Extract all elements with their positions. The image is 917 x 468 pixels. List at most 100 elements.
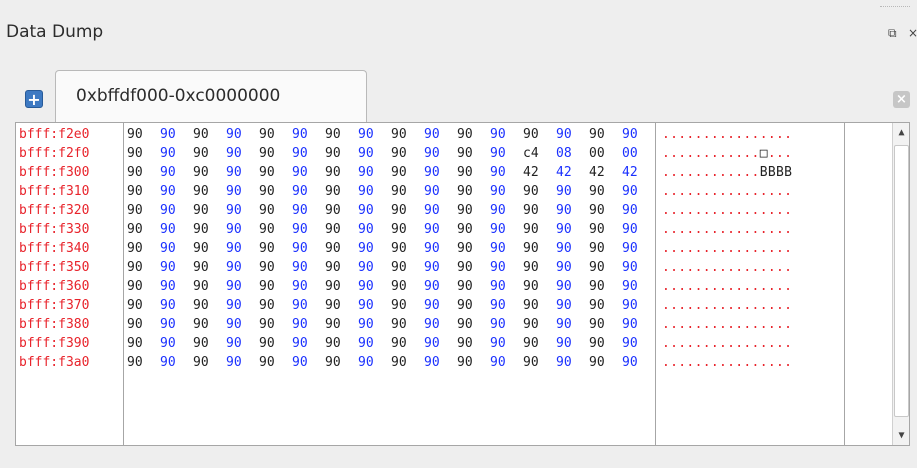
hex-byte[interactable]: 90 [160,182,193,201]
hex-byte[interactable]: 90 [127,125,160,144]
hex-byte[interactable]: 90 [589,201,622,220]
hex-byte[interactable]: 90 [259,182,292,201]
hex-byte[interactable]: 90 [622,353,655,372]
hex-byte[interactable]: 90 [490,258,523,277]
hex-byte[interactable]: 90 [523,277,556,296]
hex-byte[interactable]: 90 [391,125,424,144]
hex-byte[interactable]: 90 [424,296,457,315]
hex-byte[interactable]: 90 [193,334,226,353]
add-tab-icon[interactable]: + [25,90,43,108]
hex-byte[interactable]: 90 [127,144,160,163]
hex-byte[interactable]: 90 [259,353,292,372]
hex-byte[interactable]: 90 [160,353,193,372]
hex-byte[interactable]: 90 [424,182,457,201]
hex-byte[interactable]: 90 [193,220,226,239]
hex-byte[interactable]: 90 [523,182,556,201]
hex-byte[interactable]: 90 [325,201,358,220]
hex-byte[interactable]: 90 [226,163,259,182]
hex-byte[interactable]: 90 [127,239,160,258]
hex-byte[interactable]: 90 [325,258,358,277]
hex-byte[interactable]: 90 [259,277,292,296]
hex-byte[interactable]: 90 [424,277,457,296]
hex-byte[interactable]: 90 [193,315,226,334]
row-address[interactable]: bfff:f340 [19,239,89,258]
hex-byte[interactable]: 90 [490,239,523,258]
hex-byte[interactable]: 90 [424,258,457,277]
hex-byte[interactable]: 90 [127,201,160,220]
hex-byte[interactable]: 90 [589,182,622,201]
row-ascii[interactable]: ................ [662,182,792,201]
hex-byte[interactable]: 90 [589,239,622,258]
row-address[interactable]: bfff:f390 [19,334,89,353]
hex-byte[interactable]: 90 [556,277,589,296]
hex-byte[interactable]: 90 [160,201,193,220]
row-ascii[interactable]: ................ [662,315,792,334]
hex-byte[interactable]: 90 [424,201,457,220]
hex-byte[interactable]: 90 [226,144,259,163]
hex-byte[interactable]: 90 [193,258,226,277]
hex-byte[interactable]: 90 [259,315,292,334]
hex-byte[interactable]: 00 [622,144,655,163]
hex-byte[interactable]: 90 [292,353,325,372]
hex-byte[interactable]: 90 [457,163,490,182]
close-panel-icon[interactable]: × [908,26,917,40]
hex-byte[interactable]: 90 [391,277,424,296]
hex-byte[interactable]: 90 [490,125,523,144]
hex-byte[interactable]: 90 [358,220,391,239]
hex-byte[interactable]: 90 [292,201,325,220]
hex-byte[interactable]: 90 [226,182,259,201]
row-address[interactable]: bfff:f360 [19,277,89,296]
hex-byte[interactable]: 90 [160,239,193,258]
hex-byte[interactable]: 90 [424,334,457,353]
tab-memory-region[interactable]: 0xbffdf000-0xc0000000 [55,70,367,123]
row-address[interactable]: bfff:f300 [19,163,89,182]
row-address[interactable]: bfff:f3a0 [19,353,89,372]
hex-byte[interactable]: 90 [325,334,358,353]
hex-byte[interactable]: 90 [226,258,259,277]
hex-byte[interactable]: 42 [523,163,556,182]
hex-byte[interactable]: 90 [589,258,622,277]
hex-byte[interactable]: 90 [325,277,358,296]
hex-byte[interactable]: 90 [424,144,457,163]
hex-byte[interactable]: 90 [226,315,259,334]
row-ascii[interactable]: ................ [662,239,792,258]
row-ascii[interactable]: ............□... [662,144,792,163]
hex-byte[interactable]: 90 [490,201,523,220]
hex-byte[interactable]: 90 [523,201,556,220]
float-window-icon[interactable]: ⧉ [888,26,902,40]
hex-byte[interactable]: 90 [457,334,490,353]
hex-byte[interactable]: 90 [457,144,490,163]
hex-byte[interactable]: 90 [358,239,391,258]
hex-byte[interactable]: 90 [292,277,325,296]
hex-byte[interactable]: 90 [259,296,292,315]
row-address[interactable]: bfff:f350 [19,258,89,277]
hex-byte[interactable]: 90 [424,315,457,334]
row-ascii[interactable]: ................ [662,277,792,296]
hex-byte[interactable]: 90 [622,315,655,334]
hex-byte[interactable]: 90 [391,182,424,201]
hex-byte[interactable]: 90 [160,296,193,315]
hex-byte[interactable]: 90 [622,334,655,353]
hex-byte[interactable]: 90 [457,277,490,296]
hex-byte[interactable]: 90 [523,220,556,239]
scroll-up-arrow-icon[interactable]: ▲ [894,125,909,140]
hex-byte[interactable]: 90 [259,125,292,144]
hex-byte[interactable]: 90 [391,334,424,353]
hex-byte[interactable]: 90 [259,239,292,258]
hex-byte[interactable]: 90 [226,277,259,296]
row-ascii[interactable]: ................ [662,334,792,353]
hex-byte[interactable]: 90 [391,315,424,334]
hex-byte[interactable]: 90 [523,334,556,353]
hex-byte[interactable]: 90 [457,239,490,258]
hex-byte[interactable]: 90 [556,334,589,353]
hex-byte[interactable]: 90 [457,353,490,372]
hex-byte[interactable]: 90 [457,296,490,315]
hex-byte[interactable]: 90 [523,296,556,315]
hex-byte[interactable]: 90 [523,125,556,144]
hex-byte[interactable]: 90 [193,163,226,182]
hex-dump-view[interactable]: bfff:f2e0 bfff:f2f0 bfff:f300 bfff:f310 bfff… [15,122,910,446]
hex-byte[interactable]: 90 [226,334,259,353]
hex-byte[interactable]: 90 [391,163,424,182]
hex-byte[interactable]: 90 [127,220,160,239]
hex-byte[interactable]: 42 [622,163,655,182]
